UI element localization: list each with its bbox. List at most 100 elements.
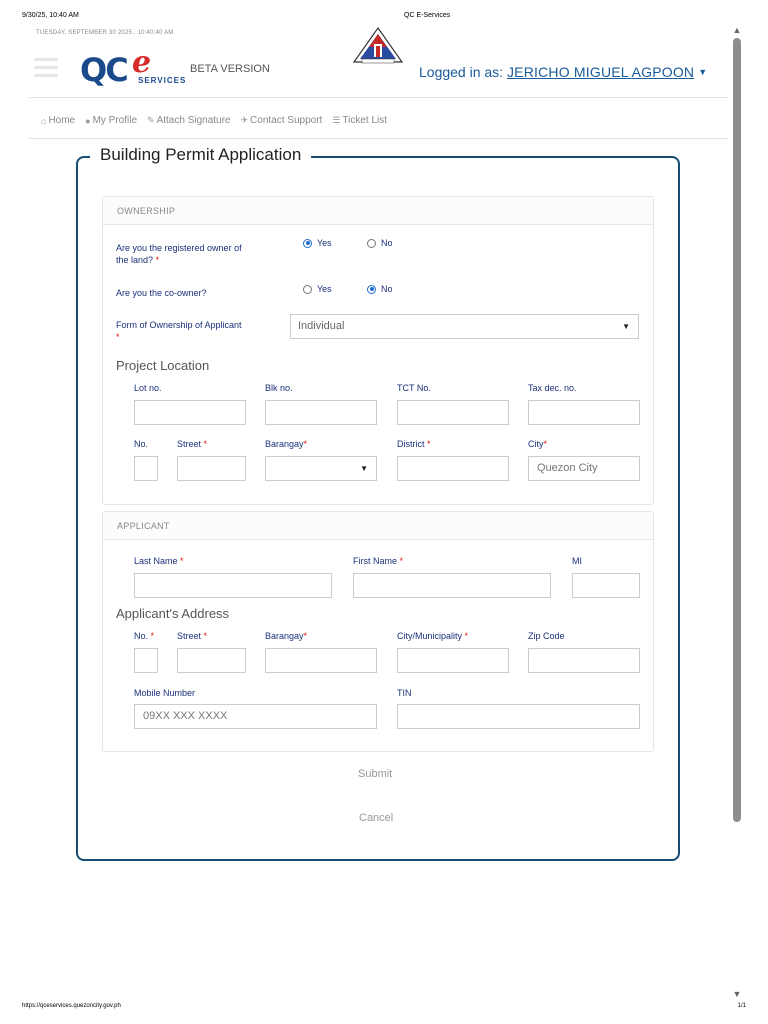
- district-input[interactable]: [397, 456, 509, 481]
- first-name-label-text: First Name: [353, 556, 398, 566]
- blk-no-input[interactable]: [265, 400, 377, 425]
- radio-co-owner-no[interactable]: No: [367, 284, 393, 294]
- nav-my-profile-label: My Profile: [92, 115, 138, 126]
- tct-no-input[interactable]: [397, 400, 509, 425]
- city-municipality-label-text: City/Municipality: [397, 631, 463, 641]
- user-name-link[interactable]: JERICHO MIGUEL AGPOON: [507, 64, 694, 80]
- radio-checked-icon: [367, 284, 376, 294]
- tin-input[interactable]: [397, 704, 640, 729]
- city-municipality-label: City/Municipality *: [397, 631, 468, 641]
- project-location-title: Project Location: [116, 358, 210, 373]
- tax-dec-no-input[interactable]: [528, 400, 640, 425]
- address-street-input[interactable]: [177, 648, 246, 673]
- barangay-select[interactable]: ▼: [265, 456, 377, 481]
- form-of-ownership-value: Individual: [298, 320, 345, 332]
- pencil-icon: ✎: [147, 115, 155, 125]
- required-marker: *: [150, 631, 155, 641]
- radio-co-owner-yes[interactable]: Yes: [303, 284, 332, 294]
- form-of-ownership-label: Form of Ownership of Applicant *: [116, 319, 242, 343]
- print-doc-title: QC E-Services: [404, 12, 451, 19]
- no-input[interactable]: [134, 456, 158, 481]
- submit-button[interactable]: Submit: [358, 768, 392, 780]
- send-icon: ✈: [240, 115, 249, 125]
- first-name-input[interactable]: [353, 573, 551, 598]
- blk-no-label: Blk no.: [265, 383, 293, 393]
- first-name-label: First Name *: [353, 556, 403, 566]
- print-page-number: 1/1: [737, 1003, 746, 1009]
- caret-down-icon[interactable]: ▼: [698, 67, 707, 77]
- street-input[interactable]: [177, 456, 246, 481]
- q1-line1: Are you the registered owner of: [116, 243, 242, 253]
- mi-input[interactable]: [572, 573, 640, 598]
- form-of-ownership-select[interactable]: Individual ▼: [290, 314, 639, 339]
- radio-no-label: No: [381, 238, 393, 248]
- home-icon: ⌂: [41, 115, 47, 126]
- city-label: City*: [528, 439, 547, 449]
- nav-attach-signature[interactable]: ✎ Attach Signature: [147, 115, 230, 126]
- street-label-text: Street: [177, 439, 202, 449]
- chevron-down-icon: ▼: [360, 464, 368, 473]
- nav-divider: [28, 138, 728, 139]
- city-input[interactable]: Quezon City: [528, 456, 640, 481]
- address-barangay-label-text: Barangay: [265, 631, 304, 641]
- nav-attach-signature-label: Attach Signature: [156, 115, 231, 126]
- required-marker: *: [203, 439, 208, 449]
- logo-qc: QC: [80, 51, 129, 89]
- nav-home[interactable]: ⌂ Home: [41, 115, 75, 126]
- required-marker: *: [303, 439, 308, 449]
- address-street-label-text: Street: [177, 631, 202, 641]
- main-nav: ⌂ Home ● My Profile ✎ Attach Signature ✈…: [41, 115, 387, 126]
- tin-label: TIN: [397, 688, 412, 698]
- logo-e: e: [132, 45, 152, 80]
- header-divider: [28, 97, 728, 98]
- zip-code-label: Zip Code: [528, 631, 565, 641]
- required-marker: *: [427, 439, 431, 449]
- print-timestamp: 9/30/25, 10:40 AM: [22, 12, 79, 19]
- applicant-address-title: Applicant's Address: [116, 606, 230, 621]
- logged-in-prefix: Logged in as:: [419, 64, 507, 80]
- address-barangay-input[interactable]: [265, 648, 377, 673]
- beta-version-label: BETA VERSION: [190, 63, 270, 75]
- chevron-down-icon: ▼: [622, 322, 630, 331]
- scroll-down-arrow-icon[interactable]: ▼: [732, 990, 742, 999]
- scrollbar[interactable]: ▲ ▼: [730, 26, 744, 999]
- nav-ticket-list[interactable]: ☰ Ticket List: [332, 115, 387, 126]
- radio-no-label: No: [381, 284, 393, 294]
- mobile-number-input[interactable]: 09XX XXX XXXX: [134, 704, 377, 729]
- address-no-label: No. *: [134, 631, 154, 641]
- radio-checked-icon: [303, 238, 312, 248]
- scroll-thumb[interactable]: [733, 38, 741, 822]
- radio-yes-label: Yes: [317, 238, 332, 248]
- radio-registered-owner-yes[interactable]: Yes: [303, 238, 332, 248]
- last-name-input[interactable]: [134, 573, 332, 598]
- nav-my-profile[interactable]: ● My Profile: [85, 115, 137, 126]
- required-marker: *: [543, 439, 548, 449]
- barangay-label-text: Barangay: [265, 439, 304, 449]
- required-marker: *: [464, 631, 469, 641]
- city-label-text: City: [528, 439, 544, 449]
- q-registered-owner-label: Are you the registered owner of the land…: [116, 242, 242, 266]
- user-icon: ●: [85, 115, 91, 126]
- radio-unchecked-icon: [367, 238, 376, 248]
- quezon-city-seal-icon: [352, 26, 404, 64]
- nav-contact-support[interactable]: ✈ Contact Support: [241, 115, 323, 126]
- hamburger-menu-icon[interactable]: [34, 58, 58, 82]
- mobile-number-label: Mobile Number: [134, 688, 196, 698]
- lot-no-input[interactable]: [134, 400, 246, 425]
- q-co-owner-label: Are you the co-owner?: [116, 288, 207, 298]
- district-label-text: District: [397, 439, 425, 449]
- city-municipality-input[interactable]: [397, 648, 509, 673]
- address-no-input[interactable]: [134, 648, 158, 673]
- print-header: 9/30/25, 10:40 AM QC E-Services: [0, 12, 768, 22]
- qce-services-logo[interactable]: QC e SERVICES: [80, 46, 188, 89]
- q1-line2: the land?: [116, 255, 154, 265]
- radio-unchecked-icon: [303, 284, 312, 294]
- lot-no-label: Lot no.: [134, 383, 162, 393]
- mi-label: MI: [572, 556, 582, 566]
- cancel-button[interactable]: Cancel: [359, 812, 393, 824]
- zip-code-input[interactable]: [528, 648, 640, 673]
- required-marker: *: [180, 556, 184, 566]
- scroll-up-arrow-icon[interactable]: ▲: [732, 26, 742, 35]
- radio-registered-owner-no[interactable]: No: [367, 238, 393, 248]
- logged-in-user[interactable]: Logged in as: JERICHO MIGUEL AGPOON ▼: [419, 64, 707, 80]
